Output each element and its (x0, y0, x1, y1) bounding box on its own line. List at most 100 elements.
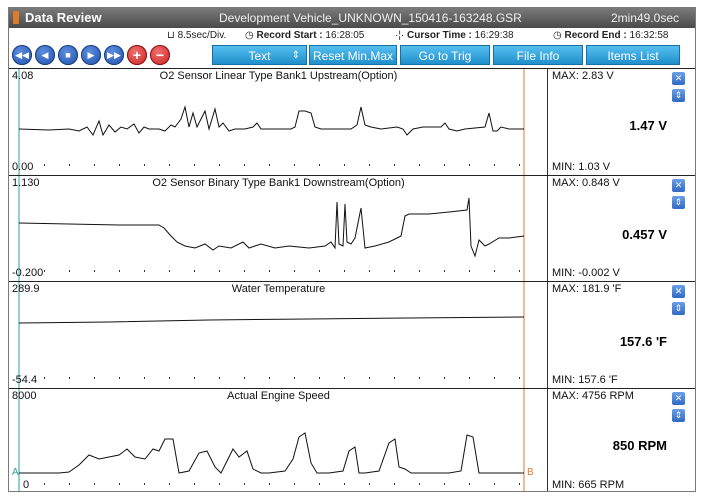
water-temperature-trace (18, 316, 525, 324)
stop-icon: ■ (65, 50, 71, 60)
playback-toolbar: ◀◀ ◀ ■ ▶ ▶▶ + − Text ⇕ Reset Min.Max Go … (9, 44, 695, 66)
move-item-button[interactable]: ⇕ (672, 196, 685, 209)
marker-b-label[interactable]: B (527, 467, 534, 478)
max-value: MAX: 4756 RPM (552, 390, 634, 402)
move-item-button[interactable]: ⇕ (672, 409, 685, 422)
time-div-value: 8.5sec/Div. (177, 30, 227, 41)
record-info-row: ⊔ 8.5sec/Div. ◷ Record Start : 16:28:05 … (9, 28, 695, 43)
record-end-value: 16:32:58 (629, 30, 669, 41)
min-value: MIN: 157.6 'F (552, 374, 618, 386)
reset-label: Reset Min.Max (312, 49, 394, 63)
close-icon: ✕ (674, 180, 683, 190)
zoom-in-button[interactable]: + (127, 45, 147, 65)
clock-icon: ◷ (553, 30, 562, 41)
plus-icon: + (132, 47, 142, 63)
graph-plot-area[interactable]: O2 Sensor Binary Type Bank1 Downstream(O… (9, 176, 548, 282)
min-value: MIN: 1.03 V (552, 161, 611, 173)
time-ticks (44, 483, 520, 485)
file-info-button[interactable]: File Info (493, 45, 583, 65)
panel-title: Water Temperature (231, 283, 326, 295)
updown-caret-icon: ⇕ (291, 50, 300, 61)
items-list-button[interactable]: Items List (586, 45, 680, 65)
scale-max-label: 8000 (12, 390, 37, 402)
min-value: MIN: 665 RPM (552, 479, 625, 491)
marker-a-label[interactable]: A (12, 467, 19, 478)
fast-forward-button[interactable]: ▶▶ (104, 45, 124, 65)
text-dropdown-label: Text (248, 49, 271, 63)
time-ticks (44, 164, 520, 166)
play-button[interactable]: ▶ (81, 45, 101, 65)
minus-icon: − (155, 47, 165, 63)
window-title: Data Review (25, 10, 102, 25)
o2-downstream-chart (18, 176, 525, 282)
value-side-panel: MAX: 181.9 'F 157.6 'F MIN: 157.6 'F ✕ ⇕ (548, 282, 695, 388)
graph-panel-o2-upstream: O2 Sensor Linear Type Bank1 Upstream(Opt… (9, 68, 695, 176)
max-value: MAX: 181.9 'F (552, 283, 622, 295)
time-div-icon: ⊔ (167, 30, 175, 41)
fast-backward-icon: ◀◀ (15, 50, 29, 60)
fast-forward-icon: ▶▶ (107, 50, 121, 60)
remove-item-button[interactable]: ✕ (672, 285, 685, 298)
crosshair-icon: ·¦· (395, 30, 405, 41)
play-icon: ▶ (87, 50, 95, 60)
current-value: 157.6 'F (619, 334, 667, 349)
graph-plot-area[interactable]: Water Temperature 289.9 -54.4 (9, 282, 548, 389)
fast-backward-button[interactable]: ◀◀ (12, 45, 32, 65)
record-start: ◷ Record Start : 16:28:05 (245, 30, 364, 41)
remove-item-button[interactable]: ✕ (672, 392, 685, 405)
scale-min-label: -54.4 (12, 374, 38, 386)
o2-upstream-chart (18, 69, 525, 176)
items-list-label: Items List (607, 49, 659, 63)
max-value: MAX: 2.83 V (552, 70, 614, 82)
remove-item-button[interactable]: ✕ (672, 72, 685, 85)
current-value: 1.47 V (629, 118, 667, 133)
min-value: MIN: -0.002 V (552, 267, 620, 279)
panel-title: O2 Sensor Binary Type Bank1 Downstream(O… (152, 177, 405, 189)
step-backward-button[interactable]: ◀ (35, 45, 55, 65)
scale-max-label: 289.9 (12, 283, 40, 295)
time-ticks (44, 270, 520, 272)
graph-plot-area[interactable]: O2 Sensor Linear Type Bank1 Upstream(Opt… (9, 69, 548, 176)
remove-item-button[interactable]: ✕ (672, 179, 685, 192)
record-start-value: 16:28:05 (325, 30, 365, 41)
engine-speed-chart: A B (12, 389, 534, 491)
time-division: ⊔ 8.5sec/Div. (167, 30, 226, 41)
title-bar: Data Review Development Vehicle_UNKNOWN_… (9, 8, 695, 28)
cursor-time-label: Cursor Time : (407, 30, 472, 41)
record-end: ◷ Record End : 16:32:58 (553, 30, 668, 41)
record-start-label: Record Start : (256, 30, 323, 41)
zoom-out-button[interactable]: − (150, 45, 170, 65)
cursor-time: ·¦· Cursor Time : 16:29:38 (395, 30, 514, 41)
value-side-panel: MAX: 0.848 V 0.457 V MIN: -0.002 V ✕ ⇕ (548, 176, 695, 281)
file-info-label: File Info (516, 49, 560, 63)
value-side-panel: MAX: 4756 RPM 850 RPM MIN: 665 RPM ✕ ⇕ (548, 389, 695, 491)
goto-trig-label: Go to Trig (418, 49, 472, 63)
graph-panel-o2-downstream: O2 Sensor Binary Type Bank1 Downstream(O… (9, 175, 695, 282)
updown-arrow-icon: ⇕ (674, 303, 683, 313)
close-icon: ✕ (674, 393, 683, 403)
data-review-window: Data Review Development Vehicle_UNKNOWN_… (8, 7, 696, 492)
clock-icon: ◷ (245, 30, 254, 41)
go-to-trig-button[interactable]: Go to Trig (400, 45, 490, 65)
o2-upstream-trace (18, 105, 524, 137)
step-backward-icon: ◀ (41, 50, 49, 60)
current-value: 0.457 V (622, 227, 667, 242)
time-ticks (44, 377, 520, 379)
close-icon: ✕ (674, 73, 683, 83)
current-value: 850 RPM (612, 438, 667, 453)
updown-arrow-icon: ⇕ (674, 90, 683, 100)
stop-button[interactable]: ■ (58, 45, 78, 65)
move-item-button[interactable]: ⇕ (672, 89, 685, 102)
scale-max-label: 1.130 (12, 177, 40, 189)
value-side-panel: MAX: 2.83 V 1.47 V MIN: 1.03 V ✕ ⇕ (548, 69, 695, 175)
panel-title: Actual Engine Speed (227, 390, 330, 402)
graph-plot-area[interactable]: A B Actual Engine Speed 8000 0 (9, 389, 548, 491)
text-dropdown[interactable]: Text ⇕ (212, 45, 307, 65)
updown-arrow-icon: ⇕ (674, 410, 683, 420)
graph-panel-water-temperature: Water Temperature 289.9 -54.4 MAX: 181.9… (9, 281, 695, 389)
water-temperature-chart (18, 282, 525, 389)
reset-min-max-button[interactable]: Reset Min.Max (309, 45, 397, 65)
scale-max-label: 4.08 (12, 70, 34, 82)
move-item-button[interactable]: ⇕ (672, 302, 685, 315)
scale-min-label: -0.200 (12, 267, 44, 279)
